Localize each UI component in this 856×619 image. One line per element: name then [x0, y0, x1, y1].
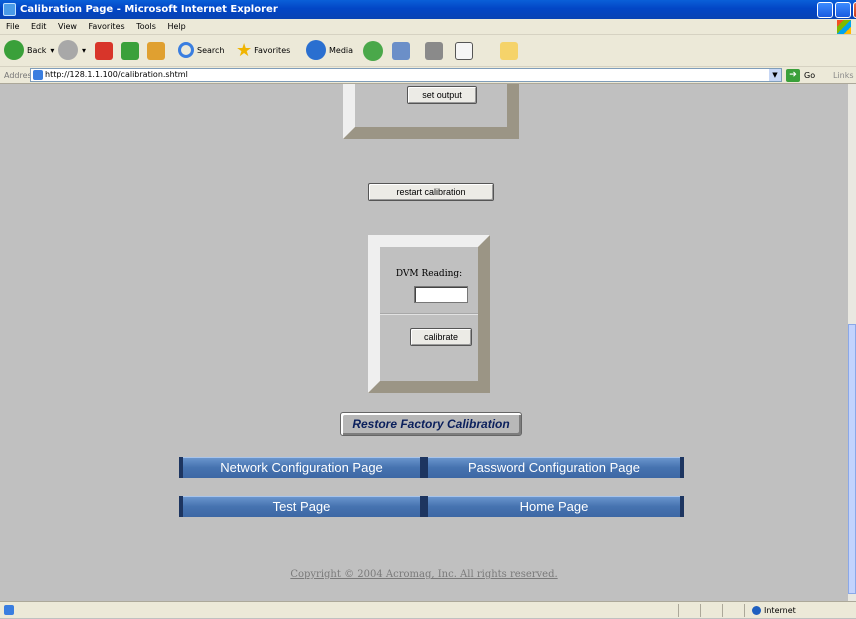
page-status-icon: [4, 605, 14, 615]
menu-view[interactable]: View: [58, 22, 77, 31]
chevron-down-icon[interactable]: ▼: [769, 69, 781, 81]
menu-tools[interactable]: Tools: [136, 22, 156, 31]
password-configuration-link[interactable]: Password Configuration Page: [424, 457, 684, 478]
address-url: http://128.1.1.100/calibration.shtml: [45, 70, 188, 79]
chevron-down-icon: ▾: [82, 45, 87, 55]
history-icon[interactable]: [363, 41, 383, 61]
media-button[interactable]: Media: [306, 39, 353, 61]
menu-edit[interactable]: Edit: [31, 22, 47, 31]
status-divider: [722, 604, 723, 617]
media-label: Media: [329, 45, 354, 55]
go-button[interactable]: Go: [804, 67, 815, 84]
status-bar: Internet: [0, 601, 856, 618]
menu-bar: File Edit View Favorites Tools Help: [0, 19, 856, 35]
address-bar: Address http://128.1.1.100/calibration.s…: [0, 67, 856, 84]
toolbar: Back ▾ ▾ Search ★ Favorites Media: [0, 35, 856, 67]
star-icon: ★: [236, 39, 253, 61]
search-label: Search: [197, 45, 225, 55]
forward-arrow-icon: [58, 40, 78, 60]
browser-window: Calibration Page - Microsoft Internet Ex…: [0, 0, 856, 618]
minimize-button[interactable]: [817, 2, 833, 18]
network-configuration-link[interactable]: Network Configuration Page: [179, 457, 424, 478]
dvm-reading-input[interactable]: [414, 286, 468, 303]
media-icon: [306, 40, 326, 60]
window-title: Calibration Page - Microsoft Internet Ex…: [20, 4, 278, 15]
chevron-down-icon: ▾: [50, 45, 55, 55]
mail-icon[interactable]: [392, 42, 410, 60]
security-zone: Internet: [752, 602, 796, 619]
globe-icon: [752, 606, 761, 615]
output-panel: set output: [343, 84, 519, 139]
restart-calibration-button[interactable]: restart calibration: [368, 183, 494, 201]
vertical-scrollbar[interactable]: [848, 84, 856, 601]
edit-icon[interactable]: [455, 42, 473, 60]
zone-label: Internet: [764, 606, 796, 615]
menu-help[interactable]: Help: [167, 22, 185, 31]
favorites-button[interactable]: ★ Favorites: [236, 39, 290, 61]
calibrate-button[interactable]: calibrate: [410, 328, 472, 346]
title-bar: Calibration Page - Microsoft Internet Ex…: [0, 0, 856, 19]
test-page-link[interactable]: Test Page: [179, 496, 424, 517]
favorites-label: Favorites: [254, 45, 291, 55]
search-icon: [178, 42, 194, 58]
search-button[interactable]: Search: [178, 39, 224, 61]
status-divider: [744, 604, 745, 617]
folder-icon[interactable]: [500, 42, 518, 60]
panel-divider: [380, 313, 478, 315]
page-icon: [33, 70, 43, 80]
refresh-icon[interactable]: [121, 42, 139, 60]
scrollbar-thumb[interactable]: [848, 324, 856, 594]
menu-favorites[interactable]: Favorites: [89, 22, 125, 31]
home-icon[interactable]: [147, 42, 165, 60]
home-page-link[interactable]: Home Page: [424, 496, 684, 517]
calibration-panel: DVM Reading: calibrate: [368, 235, 490, 393]
menu-file[interactable]: File: [6, 22, 19, 31]
status-divider: [700, 604, 701, 617]
ie-icon: [3, 3, 16, 16]
address-input[interactable]: http://128.1.1.100/calibration.shtml ▼: [30, 68, 782, 82]
back-label: Back: [27, 45, 47, 55]
page-content: set output restart calibration DVM Readi…: [0, 84, 848, 601]
back-arrow-icon: [4, 40, 24, 60]
restore-factory-calibration-button[interactable]: Restore Factory Calibration: [340, 412, 522, 436]
links-button[interactable]: Links: [833, 67, 854, 84]
forward-button[interactable]: ▾: [58, 39, 86, 61]
set-output-button[interactable]: set output: [407, 86, 477, 104]
stop-icon[interactable]: [95, 42, 113, 60]
go-arrow-icon[interactable]: ➔: [786, 69, 800, 82]
windows-logo-icon: [837, 20, 851, 34]
back-button[interactable]: Back ▾: [4, 39, 54, 61]
dvm-reading-label: DVM Reading:: [395, 269, 463, 279]
status-divider: [678, 604, 679, 617]
maximize-button[interactable]: [835, 2, 851, 18]
copyright-link[interactable]: Copyright © 2004 Acromag, Inc. All right…: [0, 569, 848, 580]
print-icon[interactable]: [425, 42, 443, 60]
